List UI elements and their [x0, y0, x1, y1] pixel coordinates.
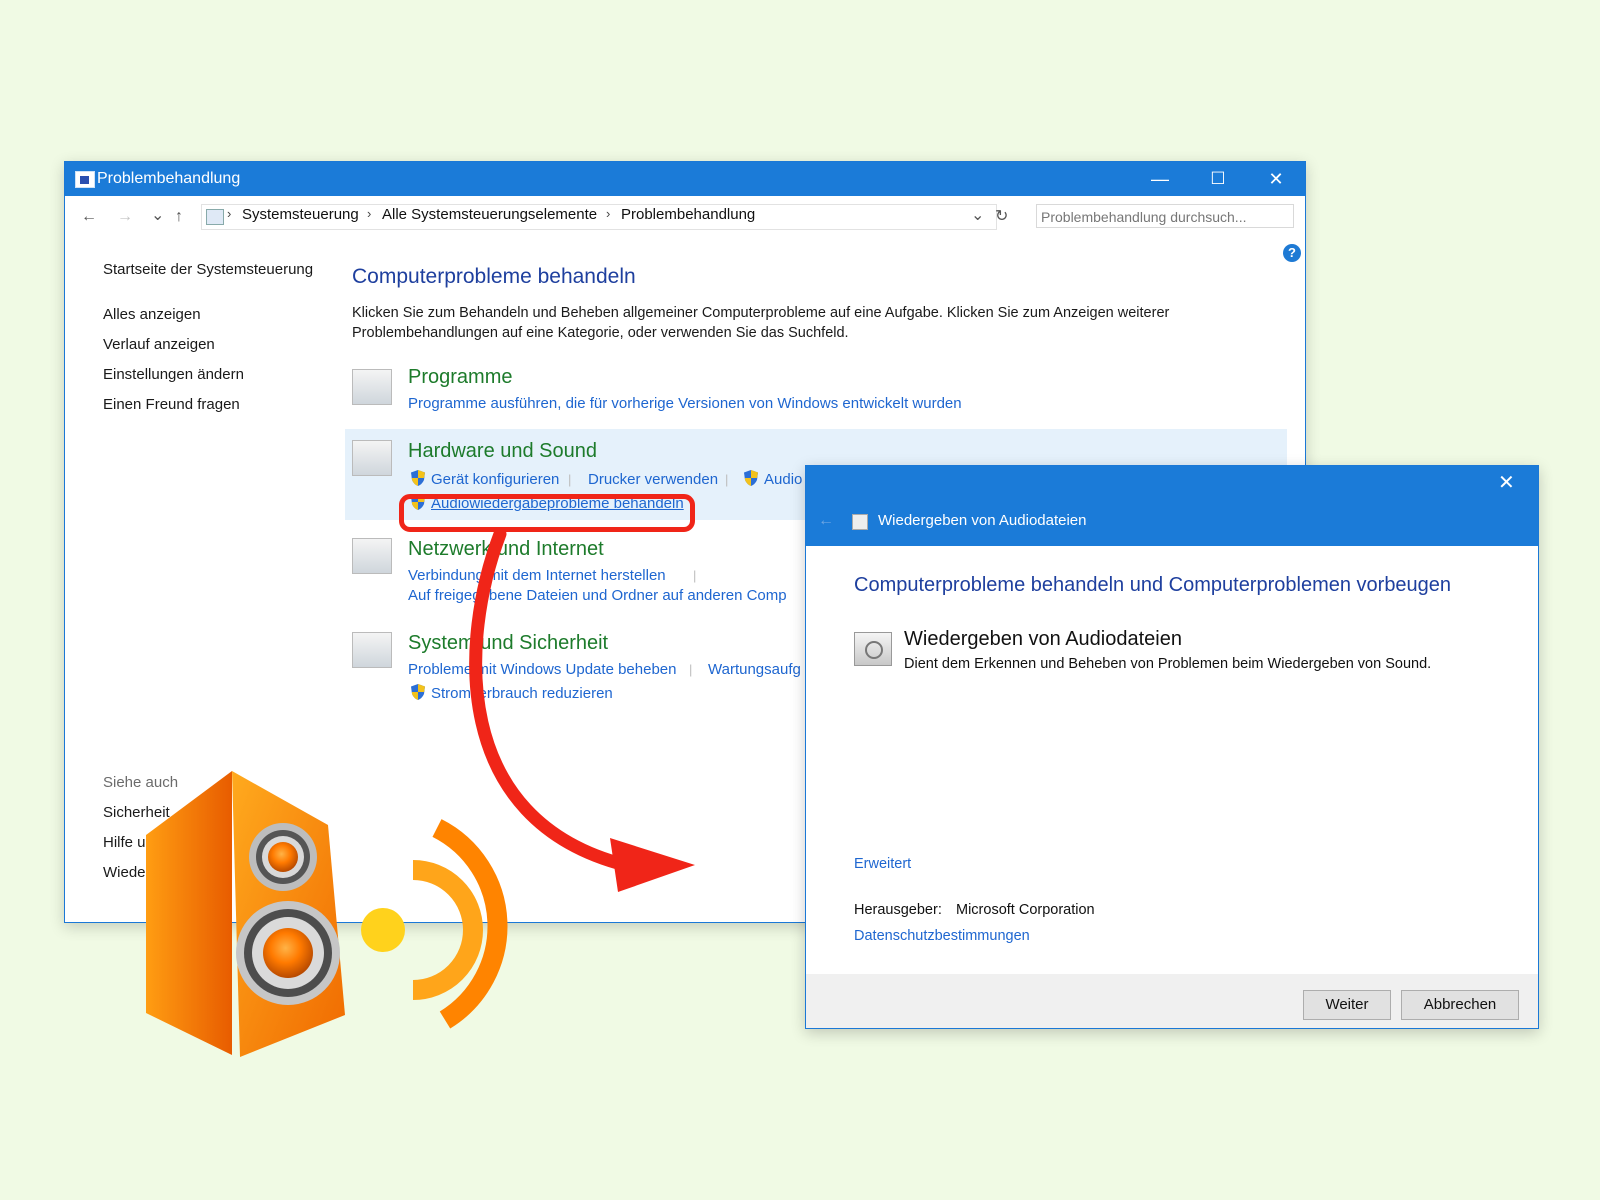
window-title: Problembehandlung [97, 170, 241, 187]
publisher-value: Microsoft Corporation [956, 902, 1095, 918]
dialog-heading: Computerprobleme behandeln und Computerp… [854, 574, 1452, 596]
programs-icon [352, 369, 392, 405]
up-icon[interactable]: ↑ [175, 208, 183, 226]
link-audio[interactable]: Audio [764, 471, 802, 488]
close-icon[interactable]: ✕ [1498, 470, 1515, 495]
category-programme[interactable]: Programme [408, 366, 512, 389]
cancel-button[interactable]: Abbrechen [1401, 990, 1519, 1020]
search-input[interactable]: Problembehandlung durchsuch... [1036, 204, 1294, 228]
intro-text-line1: Klicken Sie zum Behandeln und Beheben al… [352, 305, 1170, 321]
link-drucker-verwenden[interactable]: Drucker verwenden [588, 471, 718, 488]
sidebar-home-link[interactable]: Startseite der Systemsteuerung [103, 261, 313, 278]
back-icon[interactable]: ← [81, 208, 97, 226]
category-hardware-sound[interactable]: Hardware und Sound [408, 440, 597, 463]
printer-icon [352, 440, 392, 476]
refresh-icon[interactable]: ↻ [995, 206, 1008, 226]
audio-troubleshooter-dialog: ✕ ← Wiedergeben von Audiodateien Compute… [805, 465, 1539, 1029]
network-globe-icon [352, 538, 392, 574]
breadcrumb-separator: › [606, 206, 611, 221]
next-button[interactable]: Weiter [1303, 990, 1391, 1020]
breadcrumb-problembehandlung[interactable]: Problembehandlung [621, 206, 755, 223]
link-divider: | [568, 472, 572, 487]
page-title: Computerprobleme behandeln [352, 265, 636, 288]
help-icon[interactable]: ? [1283, 244, 1301, 262]
audio-playback-icon [854, 632, 892, 666]
sidebar-item-verlauf[interactable]: Verlauf anzeigen [103, 336, 215, 353]
privacy-link[interactable]: Datenschutzbestimmungen [854, 928, 1030, 944]
link-wartung[interactable]: Wartungsaufg [708, 661, 801, 678]
shield-icon [411, 684, 425, 700]
sound-waves-icon [361, 819, 508, 1029]
dialog-title: Wiedergeben von Audiodateien [878, 512, 1087, 529]
title-bar[interactable]: Problembehandlung — ☐ ✕ [65, 162, 1305, 196]
sidebar-item-alles-anzeigen[interactable]: Alles anzeigen [103, 306, 201, 323]
shield-icon [744, 470, 758, 486]
publisher-label: Herausgeber: [854, 902, 942, 918]
system-security-icon [352, 632, 392, 668]
address-dropdown-icon[interactable]: ⌄ [971, 205, 984, 225]
forward-icon[interactable]: → [117, 208, 133, 226]
back-icon[interactable]: ← [818, 512, 834, 530]
troubleshooter-name: Wiedergeben von Audiodateien [904, 628, 1182, 650]
sidebar-item-freund[interactable]: Einen Freund fragen [103, 396, 240, 413]
advanced-link[interactable]: Erweitert [854, 856, 911, 872]
breadcrumb-separator: › [227, 206, 232, 221]
recent-locations-icon[interactable]: ⌄ [151, 205, 164, 225]
control-panel-icon [75, 171, 95, 188]
close-button[interactable]: ✕ [1247, 162, 1305, 196]
link-compat-programs[interactable]: Programme ausführen, die für vorherige V… [408, 395, 962, 412]
troubleshooter-description: Dient dem Erkennen und Beheben von Probl… [904, 656, 1432, 672]
control-panel-icon [206, 209, 224, 225]
shield-icon [411, 470, 425, 486]
intro-text-line2: Problembehandlungen auf eine Kategorie, … [352, 325, 849, 341]
breadcrumb-alle-elemente[interactable]: Alle Systemsteuerungselemente [382, 206, 597, 223]
link-geraet-konfigurieren[interactable]: Gerät konfigurieren [431, 471, 559, 488]
audio-file-icon [852, 514, 868, 530]
dialog-header: ✕ [806, 466, 1538, 546]
minimize-button[interactable]: — [1131, 162, 1189, 196]
sidebar-item-einstellungen[interactable]: Einstellungen ändern [103, 366, 244, 383]
breadcrumb-separator: › [367, 206, 372, 221]
maximize-button[interactable]: ☐ [1189, 162, 1247, 196]
breadcrumb-systemsteuerung[interactable]: Systemsteuerung [242, 206, 359, 223]
address-bar: ← → ⌄ ↑ › Systemsteuerung › Alle Systems… [65, 196, 1305, 238]
dialog-footer: Weiter Abbrechen [806, 974, 1538, 1028]
link-divider: | [725, 472, 729, 487]
